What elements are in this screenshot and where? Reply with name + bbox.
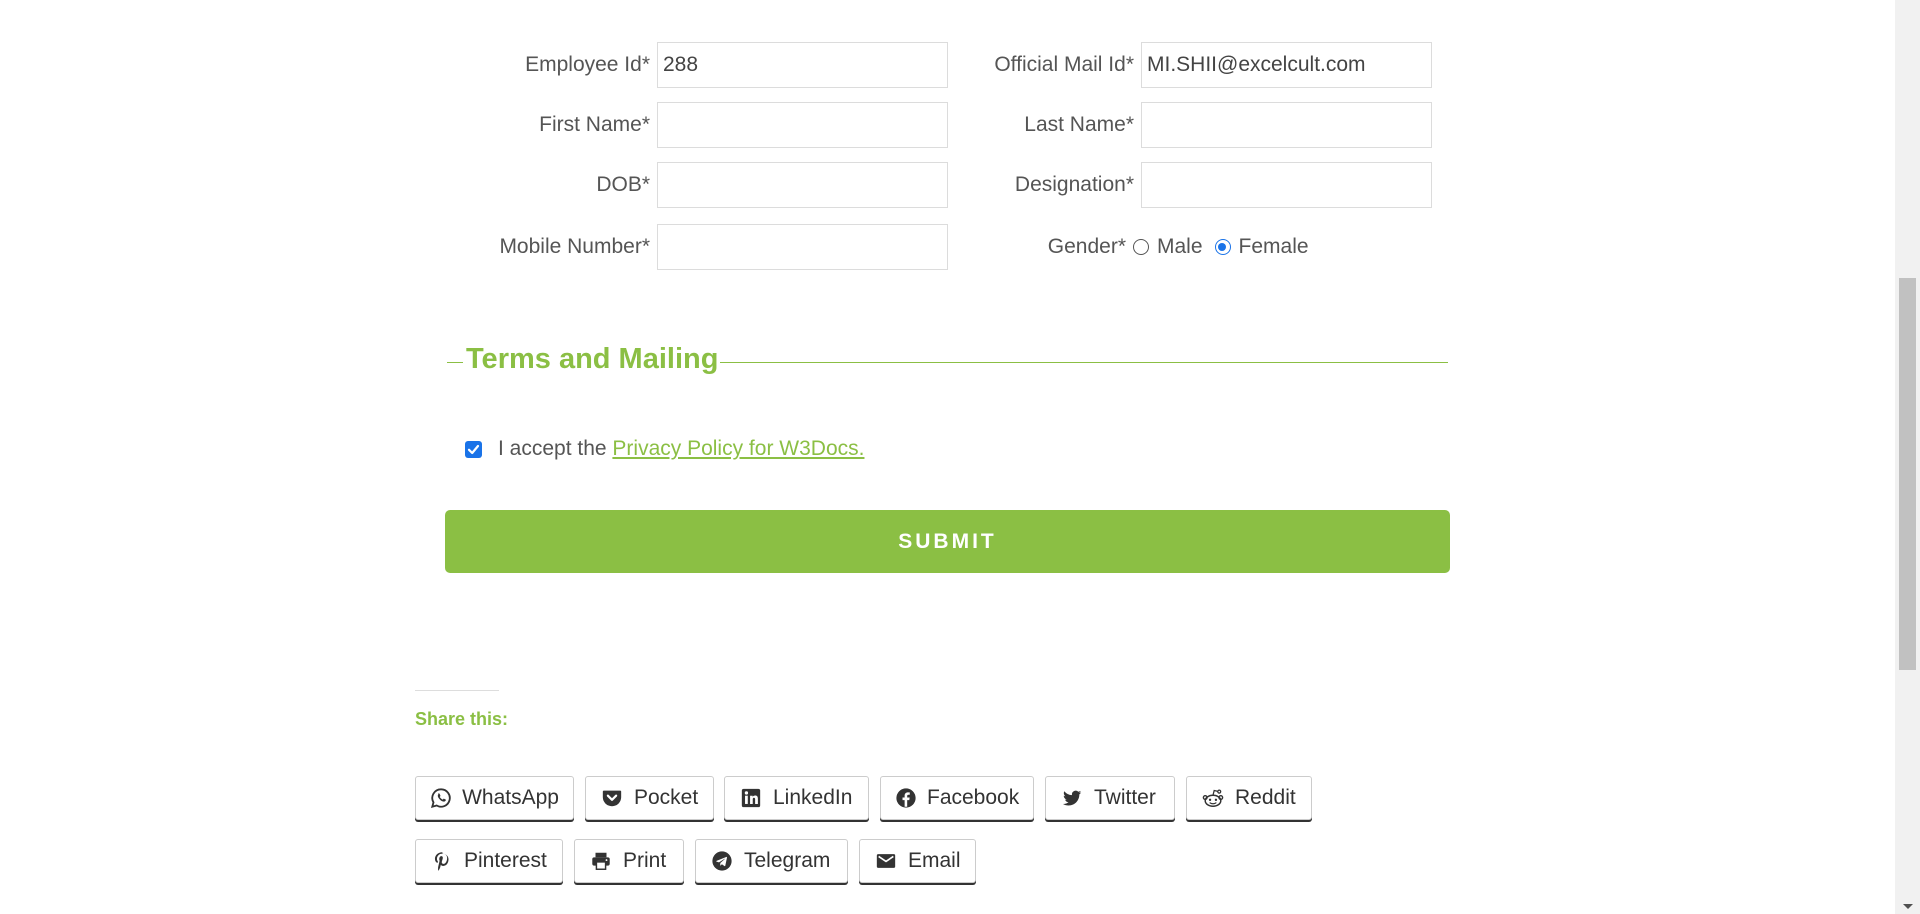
mobile-input[interactable]	[657, 224, 948, 270]
twitter-icon	[1060, 786, 1084, 810]
employee-id-label: Employee Id*	[525, 53, 650, 76]
facebook-icon	[895, 786, 917, 810]
share-pinterest-label: Pinterest	[464, 849, 547, 872]
share-pinterest-button[interactable]: Pinterest	[415, 839, 563, 883]
share-divider	[415, 690, 499, 691]
share-email-label: Email	[908, 849, 961, 872]
share-print-label: Print	[623, 849, 667, 872]
reddit-icon	[1201, 786, 1225, 810]
terms-accept-prefix: I accept the	[498, 437, 613, 460]
share-pocket-label: Pocket	[634, 786, 699, 809]
last-name-label: Last Name*	[1024, 113, 1134, 136]
gender-female-label: Female	[1238, 235, 1309, 258]
share-print-button[interactable]: Print	[574, 839, 684, 883]
dob-row: DOB*	[445, 162, 948, 208]
submit-button[interactable]: SUBMIT	[445, 510, 1450, 573]
vertical-scrollbar[interactable]	[1895, 0, 1920, 914]
designation-row: Designation*	[952, 162, 1432, 208]
employee-id-row: Employee Id*	[445, 42, 948, 88]
telegram-icon	[710, 849, 734, 873]
terms-accept-text: I accept the Privacy Policy for W3Docs.	[498, 437, 864, 461]
share-pocket-button[interactable]: Pocket	[585, 776, 714, 820]
dob-input[interactable]	[657, 162, 948, 208]
dob-label: DOB*	[596, 173, 650, 196]
mobile-label: Mobile Number*	[499, 235, 650, 258]
scroll-down-arrow-icon[interactable]	[1903, 904, 1913, 909]
linkedin-icon	[739, 786, 763, 810]
share-telegram-button[interactable]: Telegram	[695, 839, 848, 883]
share-whatsapp-label: WhatsApp	[462, 786, 559, 809]
last-name-row: Last Name*	[952, 102, 1432, 148]
section-divider-right	[714, 362, 1448, 363]
share-email-button[interactable]: Email	[859, 839, 976, 883]
designation-label: Designation*	[1014, 173, 1134, 196]
gender-row: Gender* Male Female	[952, 224, 1309, 270]
share-facebook-label: Facebook	[927, 786, 1020, 809]
official-mail-row: Official Mail Id*	[952, 42, 1432, 88]
employee-id-input[interactable]	[657, 42, 948, 88]
gender-female-radio[interactable]	[1214, 239, 1231, 255]
last-name-input[interactable]	[1141, 102, 1432, 148]
first-name-input[interactable]	[657, 102, 948, 148]
designation-input[interactable]	[1141, 162, 1432, 208]
first-name-row: First Name*	[445, 102, 948, 148]
share-whatsapp-button[interactable]: WhatsApp	[415, 776, 574, 820]
section-divider-left	[447, 362, 463, 363]
pinterest-icon	[430, 849, 454, 873]
first-name-label: First Name*	[539, 113, 650, 136]
share-telegram-label: Telegram	[744, 849, 831, 872]
share-facebook-button[interactable]: Facebook	[880, 776, 1034, 820]
official-mail-input[interactable]	[1141, 42, 1432, 88]
privacy-accept-checkbox[interactable]	[465, 441, 482, 458]
share-twitter-button[interactable]: Twitter	[1045, 776, 1175, 820]
whatsapp-icon	[430, 786, 452, 810]
pocket-icon	[600, 786, 624, 810]
mobile-row: Mobile Number*	[445, 224, 948, 270]
gender-male-label: Male	[1157, 235, 1203, 258]
page: Employee Id* Official Mail Id* First Nam…	[0, 0, 1920, 914]
scrollbar-thumb[interactable]	[1899, 278, 1916, 670]
checkmark-icon	[467, 444, 480, 455]
share-twitter-label: Twitter	[1094, 786, 1156, 809]
privacy-policy-link[interactable]: Privacy Policy for W3Docs.	[612, 437, 864, 460]
share-linkedin-button[interactable]: LinkedIn	[724, 776, 869, 820]
print-icon	[589, 849, 613, 873]
official-mail-label: Official Mail Id*	[994, 53, 1134, 76]
share-reddit-button[interactable]: Reddit	[1186, 776, 1312, 820]
terms-section-title: Terms and Mailing	[464, 343, 721, 376]
email-icon	[874, 849, 898, 873]
gender-radio-group: Male Female	[1133, 235, 1309, 259]
gender-male-radio[interactable]	[1133, 239, 1149, 255]
share-title: Share this:	[415, 709, 509, 729]
share-linkedin-label: LinkedIn	[773, 786, 853, 809]
share-reddit-label: Reddit	[1235, 786, 1296, 809]
gender-label: Gender*	[1047, 235, 1126, 258]
